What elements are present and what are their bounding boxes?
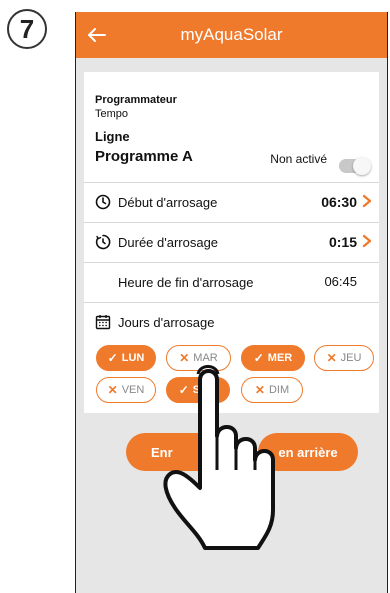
- day-label: JEU: [340, 352, 362, 364]
- step-number-badge: 7: [7, 9, 47, 49]
- app-title: myAquaSolar: [180, 25, 283, 44]
- app-bar: myAquaSolar: [76, 12, 387, 58]
- step-number: 7: [19, 13, 35, 44]
- programmer-value: Tempo: [95, 108, 129, 120]
- cross-icon: ✕: [107, 383, 118, 397]
- hand-pointer-icon: [163, 365, 275, 550]
- toggle-knob: [353, 157, 371, 175]
- day-chip-jeu[interactable]: ✕ JEU: [314, 345, 374, 371]
- end-time-label: Heure de fin d'arrosage: [118, 275, 254, 290]
- duration-value: 0:15: [328, 234, 357, 250]
- day-chip-ven[interactable]: ✕ VEN: [96, 377, 156, 403]
- watering-days-label: Jours d'arrosage: [118, 315, 215, 330]
- day-label: VEN: [121, 384, 145, 396]
- programmer-label: Programmateur: [95, 94, 177, 106]
- start-time-label: Début d'arrosage: [118, 195, 218, 210]
- chevron-right-icon: [362, 194, 372, 208]
- start-time-row[interactable]: Début d'arrosage 06:30: [84, 182, 379, 223]
- timer-icon: [95, 234, 111, 250]
- start-time-value: 06:30: [321, 194, 357, 210]
- chevron-right-icon: [362, 234, 372, 248]
- duration-row[interactable]: Durée d'arrosage 0:15: [84, 222, 379, 263]
- line-label: Ligne: [95, 129, 130, 144]
- status-text: Non activé: [270, 152, 327, 166]
- calendar-icon: [95, 315, 111, 330]
- program-active-toggle[interactable]: [339, 157, 371, 175]
- go-back-button-label: en arrière: [278, 444, 338, 460]
- end-time-value: 06:45: [324, 274, 357, 289]
- check-icon: ✓: [107, 351, 118, 365]
- day-label: LUN: [121, 352, 145, 364]
- cross-icon: ✕: [326, 351, 337, 365]
- day-chip-lun[interactable]: ✓ LUN: [96, 345, 156, 371]
- program-header-card: Programmateur Tempo Ligne Programme A No…: [84, 72, 379, 182]
- clock-icon: [95, 194, 111, 210]
- program-name: Programme A: [95, 148, 193, 165]
- end-time-row: Heure de fin d'arrosage 06:45: [84, 262, 379, 303]
- duration-label: Durée d'arrosage: [118, 235, 219, 250]
